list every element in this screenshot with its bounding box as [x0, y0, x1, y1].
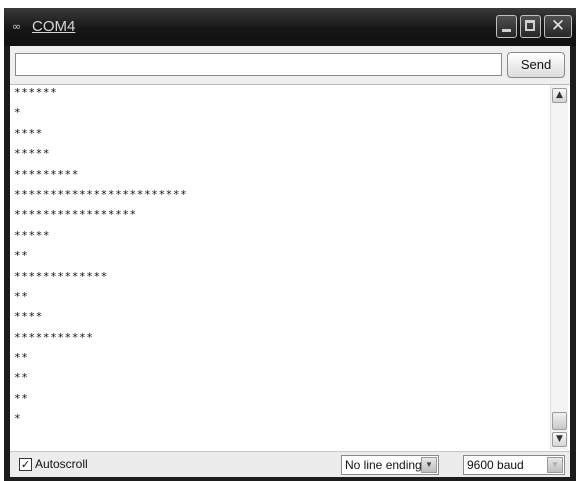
chevron-down-icon[interactable]: ▼ — [547, 457, 563, 473]
serial-output-line: * — [14, 106, 22, 120]
scroll-up-arrow-icon[interactable]: ▲ — [552, 88, 567, 103]
autoscroll-checkbox[interactable]: ✓ — [19, 458, 32, 471]
serial-output-line: **** — [14, 310, 43, 324]
autoscroll-label[interactable]: Autoscroll — [35, 457, 88, 472]
serial-output-line: ***************** — [14, 208, 137, 222]
serial-output-line: ** — [14, 249, 29, 263]
serial-output-line: ** — [14, 289, 29, 303]
line-ending-value: No line ending — [345, 458, 422, 472]
scroll-thumb[interactable] — [552, 412, 567, 430]
serial-output-line: ********* — [14, 167, 80, 181]
maximize-icon — [525, 20, 535, 31]
serial-output-line: *********** — [14, 330, 94, 344]
serial-output-line: **** — [14, 126, 43, 140]
serial-output-line: * — [14, 412, 22, 426]
serial-output-line: ** — [14, 391, 29, 405]
chevron-down-icon[interactable]: ▼ — [421, 457, 437, 473]
vertical-scrollbar[interactable]: ▲ ▼ — [550, 85, 568, 450]
serial-output-line: ************* — [14, 269, 108, 283]
serial-output-line: ***** — [14, 228, 51, 242]
arduino-infinity-icon: ∞ — [12, 20, 21, 33]
scroll-down-arrow-icon[interactable]: ▼ — [552, 432, 567, 447]
serial-monitor-window: ∞ COM4 ✕ Send ****** * **** ***** ********* *… — [4, 8, 576, 481]
serial-output-line: ** — [14, 371, 29, 385]
status-bar: ✓ Autoscroll No line ending ▼ 9600 baud … — [10, 451, 570, 477]
send-input[interactable] — [15, 53, 502, 76]
baud-rate-select[interactable]: 9600 baud ▼ — [463, 455, 565, 475]
minimize-button[interactable] — [496, 15, 517, 38]
line-ending-select[interactable]: No line ending ▼ — [341, 455, 439, 475]
serial-output-line: ****** — [14, 86, 58, 99]
close-button[interactable]: ✕ — [544, 15, 572, 38]
close-icon: ✕ — [550, 16, 566, 36]
serial-output[interactable]: ****** * **** ***** ********* ***************… — [10, 84, 570, 451]
serial-output-line: ** — [14, 351, 29, 365]
serial-monitor-client: Send ****** * **** ***** ********* **********… — [10, 46, 570, 477]
send-button[interactable]: Send — [507, 52, 565, 78]
serial-output-line: ***** — [14, 147, 51, 161]
serial-output-text: ****** * **** ***** ********* ***************… — [14, 83, 549, 450]
title-bar[interactable]: ∞ COM4 ✕ — [4, 8, 576, 46]
serial-output-line: ************************ — [14, 187, 188, 201]
baud-rate-value: 9600 baud — [467, 458, 524, 472]
window-title: COM4 — [32, 18, 76, 35]
minimize-icon — [502, 29, 511, 32]
maximize-button[interactable] — [520, 15, 541, 38]
